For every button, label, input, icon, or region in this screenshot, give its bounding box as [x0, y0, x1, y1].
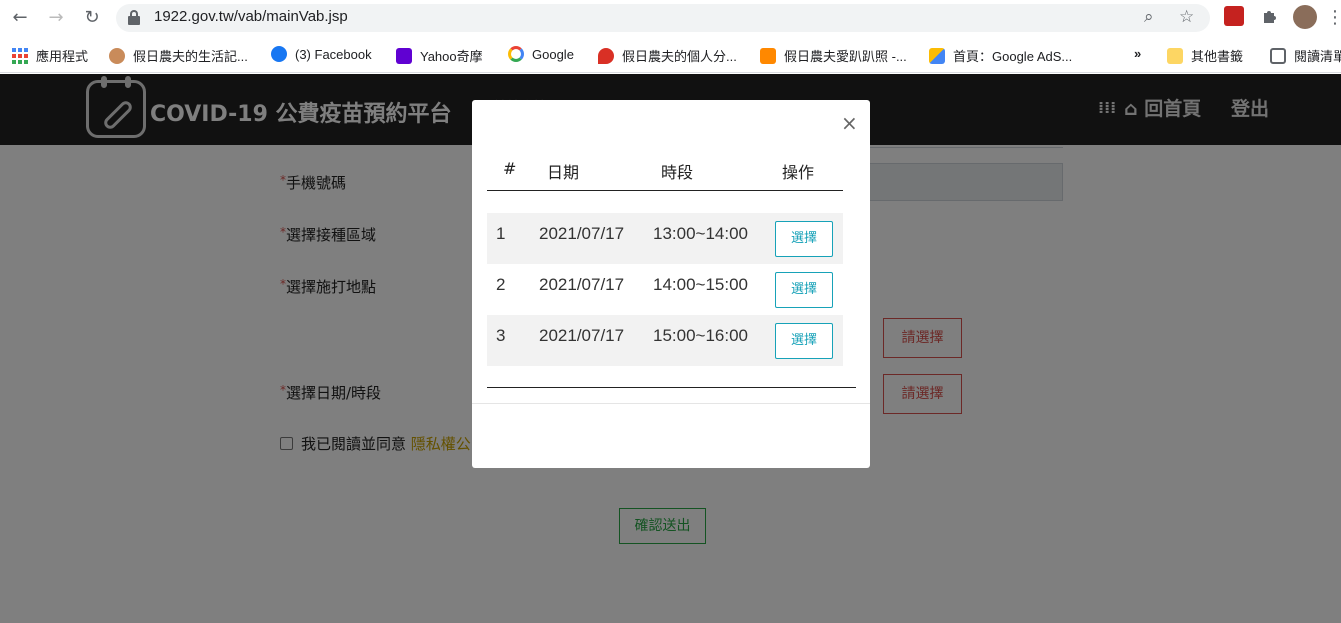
timeslot-modal: × # 日期 時段 操作 1 2021/07/17 13:00~14:00 選擇…	[472, 100, 870, 468]
more-icon: »	[1134, 46, 1142, 61]
bookmark-label: 閱讀清單	[1294, 49, 1341, 64]
pin-icon	[598, 48, 614, 64]
bookmark-star-icon[interactable]: ☆	[1179, 7, 1194, 27]
farmer-avatar-icon	[109, 48, 125, 64]
bookmark-farmer-share[interactable]: 假日農夫的個人分...	[598, 46, 737, 64]
browser-toolbar: ← → ↻ 1922.gov.tw/vab/mainVab.jsp ⌕ ☆ ⋮	[0, 0, 1341, 36]
bookmark-google-ads[interactable]: 首頁：Google AdS...	[929, 46, 1072, 64]
close-icon[interactable]: ×	[841, 113, 858, 133]
reload-icon[interactable]: ↻	[80, 6, 104, 30]
yahoo-icon	[396, 48, 412, 64]
facebook-icon	[271, 46, 287, 62]
select-slot-button[interactable]: 選擇	[775, 221, 833, 257]
forward-arrow-icon[interactable]: →	[44, 6, 68, 30]
row-index: 3	[496, 326, 506, 345]
back-arrow-icon[interactable]: ←	[8, 6, 32, 30]
bookmark-label: 其他書籤	[1191, 49, 1244, 64]
pdf-extension-icon[interactable]	[1224, 6, 1244, 26]
google-icon	[508, 46, 524, 62]
row-index: 1	[496, 224, 506, 243]
bookmark-label: 假日農夫的生活記...	[133, 49, 248, 64]
bookmark-other-folder[interactable]: 其他書籤	[1167, 46, 1243, 64]
bookmark-facebook[interactable]: (3) Facebook	[271, 46, 372, 64]
folder-icon	[1167, 48, 1183, 64]
row-time: 15:00~16:00	[653, 326, 749, 345]
bookmark-label: Google	[532, 47, 574, 62]
bookmark-label: (3) Facebook	[295, 47, 372, 62]
row-time: 14:00~15:00	[653, 275, 749, 294]
bookmarks-overflow-button[interactable]: »	[1134, 46, 1141, 64]
url-text[interactable]: 1922.gov.tw/vab/mainVab.jsp	[154, 8, 348, 25]
table-row: 2 2021/07/17 14:00~15:00 選擇	[487, 264, 843, 315]
bookmark-label: Yahoo奇摩	[420, 49, 483, 64]
bookmark-reading-list[interactable]: 閱讀清單	[1270, 46, 1341, 64]
select-slot-button[interactable]: 選擇	[775, 272, 833, 308]
bookmark-yahoo[interactable]: Yahoo奇摩	[396, 46, 483, 64]
row-index: 2	[496, 275, 506, 294]
lock-icon[interactable]	[128, 10, 140, 25]
google-ads-icon	[929, 48, 945, 64]
row-time: 13:00~14:00	[653, 224, 749, 243]
bookmark-label: 應用程式	[36, 49, 89, 64]
profile-avatar[interactable]	[1293, 5, 1317, 29]
column-header-time: 時段	[661, 163, 694, 182]
bookmark-label: 假日農夫的個人分...	[622, 49, 737, 64]
row-date: 2021/07/17	[539, 275, 625, 294]
reading-list-icon	[1270, 48, 1286, 64]
bookmarks-bar: 應用程式 假日農夫的生活記... (3) Facebook Yahoo奇摩 Go…	[0, 36, 1341, 73]
bookmark-apps[interactable]: 應用程式	[12, 46, 88, 64]
bookmark-label: 假日農夫愛趴趴照 -...	[784, 49, 907, 64]
menu-kebab-icon[interactable]: ⋮	[1326, 6, 1341, 30]
select-slot-button[interactable]: 選擇	[775, 323, 833, 359]
column-header-action: 操作	[782, 163, 815, 182]
apps-grid-icon	[12, 48, 28, 64]
zoom-icon[interactable]: ⌕	[1144, 7, 1154, 27]
row-date: 2021/07/17	[539, 224, 625, 243]
table-row: 1 2021/07/17 13:00~14:00 選擇	[487, 213, 843, 264]
column-header-index: #	[503, 159, 517, 178]
bookmark-farmer-blog[interactable]: 假日農夫的生活記...	[109, 46, 248, 64]
bookmark-farmer-travel[interactable]: 假日農夫愛趴趴照 -...	[760, 46, 907, 64]
blog-icon	[760, 48, 776, 64]
extensions-puzzle-icon[interactable]	[1260, 6, 1280, 26]
bookmark-label: 首頁：Google AdS...	[953, 49, 1073, 64]
table-footer-divider	[487, 387, 856, 388]
table-header-divider	[487, 190, 843, 191]
table-row: 3 2021/07/17 15:00~16:00 選擇	[487, 315, 843, 366]
address-bar[interactable]: 1922.gov.tw/vab/mainVab.jsp ⌕ ☆	[116, 4, 1210, 32]
column-header-date: 日期	[547, 163, 580, 182]
modal-footer-separator	[472, 403, 870, 404]
row-date: 2021/07/17	[539, 326, 625, 345]
bookmark-google[interactable]: Google	[508, 46, 574, 64]
